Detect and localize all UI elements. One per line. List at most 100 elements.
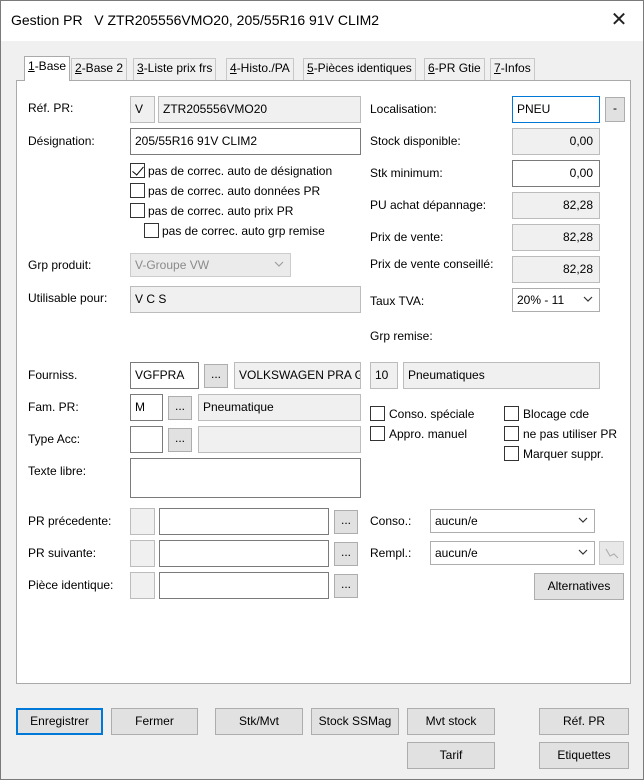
check-ne-pas-utiliser-label: ne pas utiliser PR xyxy=(523,427,618,441)
check-conso-speciale[interactable] xyxy=(370,406,385,421)
rempl-link-button[interactable] xyxy=(599,541,624,565)
tab-liste-prix-frs[interactable]: 3-Liste prix frs xyxy=(133,58,217,80)
mvt-stock-button[interactable]: Mvt stock xyxy=(407,708,495,735)
title-bar: Gestion PR V ZTR205556VMO20, 205/55R16 9… xyxy=(1,1,643,41)
check-blocage-cde[interactable] xyxy=(504,406,519,421)
grp-produit-value: V-Groupe VW xyxy=(135,258,210,272)
localisation-button[interactable]: - xyxy=(605,97,625,122)
taux-tva-select[interactable]: 20% - 11 xyxy=(512,288,600,312)
check-no-auto-prix[interactable] xyxy=(130,203,145,218)
fam-pr-code-field[interactable]: M xyxy=(130,394,163,421)
tab-infos-label: -Infos xyxy=(500,61,531,75)
tab-base[interactable]: 1-Base xyxy=(24,56,71,81)
pr-suivante-label: PR suivante: xyxy=(28,546,97,560)
chevron-down-icon xyxy=(578,547,588,557)
tab-pieces-identiques[interactable]: 5-Pièces identiques xyxy=(303,58,416,80)
fourniss-browse-button[interactable]: ... xyxy=(204,364,228,388)
stk-minimum-label: Stk minimum: xyxy=(370,166,443,180)
rempl-select[interactable]: aucun/e xyxy=(430,541,595,565)
tab-base-key: 1 xyxy=(28,59,35,73)
ref-pr-field: ZTR205556VMO20 xyxy=(158,96,361,123)
fam-pr-browse-button[interactable]: ... xyxy=(168,396,192,420)
fermer-button[interactable]: Fermer xyxy=(111,708,198,735)
conso-value: aucun/e xyxy=(435,514,478,528)
grp-produit-label: Grp produit: xyxy=(28,258,92,272)
fourniss-name-field: VOLKSWAGEN PRA GMBH xyxy=(234,362,361,389)
pu-achat-label: PU achat dépannage: xyxy=(370,198,487,212)
grp-remise-code-field: 10 xyxy=(370,362,398,389)
taux-tva-label: Taux TVA: xyxy=(370,294,425,308)
chevron-down-icon xyxy=(578,515,588,525)
prix-vente-label: Prix de vente: xyxy=(370,230,444,244)
pr-precedente-label: PR précedente: xyxy=(28,514,112,528)
check-marquer-suppr[interactable] xyxy=(504,446,519,461)
tab-base-2-label: -Base 2 xyxy=(81,61,124,75)
ref-prefix-field: V xyxy=(130,96,155,123)
check-ne-pas-utiliser[interactable] xyxy=(504,426,519,441)
enregistrer-button[interactable]: Enregistrer xyxy=(16,708,103,735)
check-no-auto-designation[interactable] xyxy=(130,163,145,178)
check-no-auto-designation-label: pas de correc. auto de désignation xyxy=(148,164,333,178)
alternatives-button[interactable]: Alternatives xyxy=(534,573,624,600)
localisation-label: Localisation: xyxy=(370,102,437,116)
stk-mvt-button[interactable]: Stk/Mvt xyxy=(215,708,303,735)
check-appro-manuel-label: Appro. manuel xyxy=(389,427,468,441)
tab-pr-gtie-label: -PR Gtie xyxy=(434,61,481,75)
tab-pieces-identiques-label: -Pièces identiques xyxy=(313,61,412,75)
fam-pr-label: Fam. PR: xyxy=(28,400,79,414)
fam-pr-name-field: Pneumatique xyxy=(198,394,361,421)
check-appro-manuel[interactable] xyxy=(370,426,385,441)
stk-minimum-field[interactable]: 0,00 xyxy=(512,160,600,187)
tab-histo-pa-label: -Histo./PA xyxy=(236,61,290,75)
piece-identique-label: Pièce identique: xyxy=(28,578,114,592)
ref-pr-button[interactable]: Réf. PR xyxy=(539,708,629,735)
tab-liste-prix-frs-label: -Liste prix frs xyxy=(143,61,213,75)
pr-suivante-browse-button[interactable]: ... xyxy=(334,542,358,566)
pr-precedente-field[interactable] xyxy=(159,508,329,535)
utilisable-pour-field: V C S xyxy=(130,286,361,313)
texte-libre-label: Texte libre: xyxy=(28,464,87,478)
pr-precedente-prefix-field xyxy=(130,508,155,535)
grp-remise-name-field: Pneumatiques xyxy=(403,362,600,389)
type-acc-label: Type Acc: xyxy=(28,432,81,446)
type-acc-code-field[interactable] xyxy=(130,426,163,453)
tab-liste-prix-frs-key: 3 xyxy=(137,61,144,75)
pr-precedente-browse-button[interactable]: ... xyxy=(334,510,358,534)
grp-remise-label: Grp remise: xyxy=(370,329,433,343)
gestion-pr-window: Gestion PR V ZTR205556VMO20, 205/55R16 9… xyxy=(0,0,644,780)
prix-conseille-field: 82,28 xyxy=(512,256,600,283)
etiquettes-button[interactable]: Etiquettes xyxy=(539,742,629,769)
piece-identique-prefix-field xyxy=(130,572,155,599)
tab-pieces-identiques-key: 5 xyxy=(307,61,314,75)
check-conso-speciale-label: Conso. spéciale xyxy=(389,407,475,421)
ref-pr-label: Réf. PR: xyxy=(28,101,74,115)
texte-libre-field[interactable] xyxy=(130,458,361,498)
designation-label: Désignation: xyxy=(28,134,95,148)
tab-histo-pa[interactable]: 4-Histo./PA xyxy=(226,58,294,80)
close-icon[interactable]: ✕ xyxy=(607,7,631,33)
pr-suivante-field[interactable] xyxy=(159,540,329,567)
type-acc-browse-button[interactable]: ... xyxy=(168,428,192,452)
prix-vente-field: 82,28 xyxy=(512,224,600,251)
check-no-auto-prix-label: pas de correc. auto prix PR xyxy=(148,204,294,218)
designation-field[interactable]: 205/55R16 91V CLIM2 xyxy=(130,128,361,155)
localisation-field[interactable]: PNEU xyxy=(512,96,600,123)
tab-base-2[interactable]: 2-Base 2 xyxy=(71,58,128,80)
tarif-button[interactable]: Tarif xyxy=(407,742,495,769)
conso-select[interactable]: aucun/e xyxy=(430,509,595,533)
tab-pr-gtie[interactable]: 6-PR Gtie xyxy=(424,58,485,80)
piece-identique-browse-button[interactable]: ... xyxy=(334,574,358,598)
link-icon xyxy=(604,548,618,559)
tab-base-2-key: 2 xyxy=(75,61,82,75)
stock-disponible-field: 0,00 xyxy=(512,128,600,155)
check-no-auto-grp-remise[interactable] xyxy=(144,223,159,238)
window-title: Gestion PR V ZTR205556VMO20, 205/55R16 9… xyxy=(11,12,380,28)
tab-infos[interactable]: 7-Infos xyxy=(490,58,535,80)
pr-suivante-prefix-field xyxy=(130,540,155,567)
fourniss-code-field[interactable]: VGFPRA xyxy=(130,362,199,389)
check-no-auto-donnees[interactable] xyxy=(130,183,145,198)
tab-histo-pa-key: 4 xyxy=(230,61,237,75)
stock-ssmag-button[interactable]: Stock SSMag xyxy=(311,708,399,735)
piece-identique-field[interactable] xyxy=(159,572,329,599)
stock-disponible-label: Stock disponible: xyxy=(370,134,461,148)
